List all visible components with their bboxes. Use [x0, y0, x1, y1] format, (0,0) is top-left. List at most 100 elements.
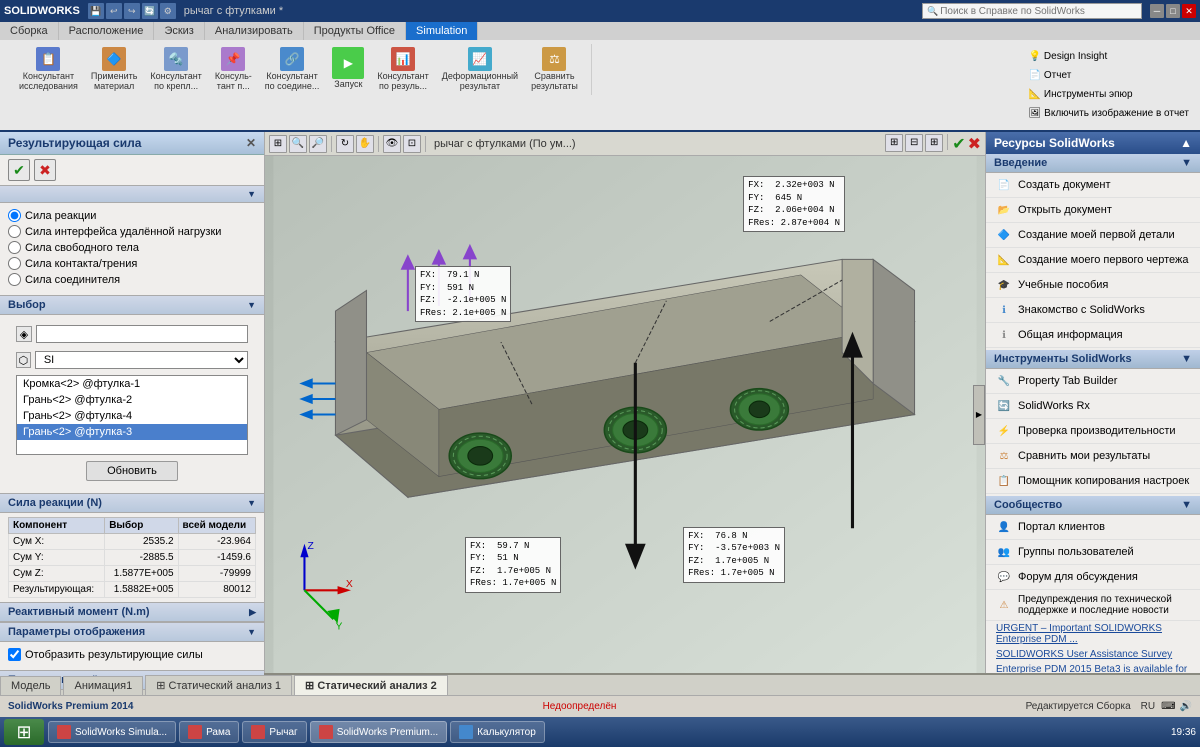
display-result-forces-check[interactable]: Отобразить результирующие силы	[8, 648, 256, 661]
rp-item-first-drawing[interactable]: 📐 Создание моего первого чертежа	[986, 248, 1200, 273]
rp-section-intro-title[interactable]: Введение ▼	[986, 154, 1200, 173]
rp-item-compare-results[interactable]: ⚖ Сравнить мои результаты	[986, 444, 1200, 469]
forum-icon: 💬	[996, 569, 1012, 585]
viewport-collapse-handle[interactable]: ▶	[973, 385, 985, 445]
radio-connector-force[interactable]: Сила соединителя	[8, 273, 256, 286]
accept-icon[interactable]: ✔	[952, 134, 965, 154]
close-button[interactable]: ✕	[1182, 4, 1196, 18]
tab-static-1[interactable]: ⊞ Статический анализ 1	[145, 675, 292, 695]
rp-item-general-info[interactable]: ℹ Общая информация	[986, 323, 1200, 348]
tab-simulation[interactable]: Simulation	[406, 22, 478, 40]
vt-zoom-fit[interactable]: ⊞	[269, 135, 287, 153]
design-insight-btn[interactable]: 💡 Design Insight	[1023, 48, 1194, 65]
rp-item-intro-sw[interactable]: ℹ Знакомство с SolidWorks	[986, 298, 1200, 323]
start-button[interactable]: ⊞	[4, 719, 44, 745]
tab-layout[interactable]: Расположение	[59, 22, 155, 40]
rp-item-customer-portal[interactable]: 👤 Портал клиентов	[986, 515, 1200, 540]
taskbar-btn-sw-premium[interactable]: SolidWorks Premium...	[310, 721, 448, 743]
ribbon-btn-deform[interactable]: 📈 Деформационныйрезультат	[437, 44, 523, 95]
rp-item-first-part[interactable]: 🔷 Создание моей первой детали	[986, 223, 1200, 248]
reactive-moment-header[interactable]: Реактивный момент (N.m) ▶	[0, 602, 264, 622]
rp-link-edpm-beta3[interactable]: Enterprise PDM 2015 Beta3 is available f…	[986, 662, 1200, 673]
panel-close-button[interactable]: ✕	[246, 136, 256, 150]
rebuild-icon[interactable]: 🔄	[142, 3, 158, 19]
rp-section-community-title[interactable]: Сообщество ▼	[986, 496, 1200, 515]
include-image-btn[interactable]: 🖼 Включить изображение в отчет	[1023, 105, 1194, 122]
tab-analyze[interactable]: Анализировать	[205, 22, 304, 40]
vt-section[interactable]: ⊡	[403, 135, 421, 153]
vt-zoom-in[interactable]: 🔍	[289, 135, 307, 153]
tab-assembly[interactable]: Сборка	[0, 22, 59, 40]
rp-item-open-doc[interactable]: 📂 Открыть документ	[986, 198, 1200, 223]
ribbon-btn-consultant[interactable]: 📋 Консультантисследования	[14, 44, 83, 95]
rp-item-create-doc[interactable]: 📄 Создать документ	[986, 173, 1200, 198]
taskbar-btn-calc[interactable]: Калькулятор	[450, 721, 545, 743]
list-item-1[interactable]: Кромка<2> @фтулка-1	[17, 376, 247, 392]
tab-sketch[interactable]: Эскиз	[154, 22, 204, 40]
redo-icon[interactable]: ↪	[124, 3, 140, 19]
rp-item-property-tab[interactable]: 🔧 Property Tab Builder	[986, 369, 1200, 394]
cancel-button[interactable]: ✖	[34, 159, 56, 181]
viewport-3d[interactable]: Z X Y FX: 2.32e+003 N FY: 645 N FZ: 2.06…	[265, 156, 985, 673]
list-item-4[interactable]: Грань<2> @фтулка-3	[17, 424, 247, 440]
ribbon-btn-compare[interactable]: ⚖ Сравнитьрезультаты	[526, 44, 583, 95]
ribbon-btn-material[interactable]: 🔷 Применитьматериал	[86, 44, 143, 95]
tab-static-2[interactable]: ⊞ Статический анализ 2	[294, 675, 448, 695]
options-icon[interactable]: ⚙	[160, 3, 176, 19]
ribbon-btn-run[interactable]: ▶ Запуск	[327, 44, 369, 95]
ribbon-btn-result-consultant[interactable]: 📊 Консультантпо резуль...	[372, 44, 433, 95]
reaction-forces-header[interactable]: ▼	[0, 185, 264, 203]
reaction-table-header[interactable]: Сила реакции (N) ▼	[0, 493, 264, 513]
taskbar-btn-rama[interactable]: Рама	[179, 721, 239, 743]
ribbon-btn-fastener[interactable]: 🔩 Консультантпо крепл...	[145, 44, 206, 95]
ribbon-btn-connect[interactable]: 🔗 Консультантпо соедине...	[260, 44, 325, 95]
first-part-icon: 🔷	[996, 227, 1012, 243]
col-model: всей модели	[178, 518, 255, 534]
tab-animation[interactable]: Анимация1	[63, 676, 143, 695]
rp-item-copy-settings[interactable]: 📋 Помощник копирования настроек	[986, 469, 1200, 494]
radio-remote-load[interactable]: Сила интерфейса удалённой нагрузки	[8, 225, 256, 238]
tab-office[interactable]: Продукты Office	[304, 22, 406, 40]
update-button[interactable]: Обновить	[86, 461, 178, 481]
undo-icon[interactable]: ↩	[106, 3, 122, 19]
radio-contact-friction[interactable]: Сила контакта/трения	[8, 257, 256, 270]
epyur-btn[interactable]: 📐 Инструменты эпюр	[1023, 86, 1194, 103]
rp-item-user-groups[interactable]: 👥 Группы пользователей	[986, 540, 1200, 565]
confirm-button[interactable]: ✔	[8, 159, 30, 181]
vt-split-h[interactable]: ⊟	[905, 134, 923, 152]
minimize-button[interactable]: ─	[1150, 4, 1164, 18]
vt-split-v[interactable]: ⊞	[925, 134, 943, 152]
tab-model[interactable]: Модель	[0, 676, 61, 695]
rp-section-tools-title[interactable]: Инструменты SolidWorks ▼	[986, 350, 1200, 369]
rp-item-sw-rx[interactable]: 🔄 SolidWorks Rx	[986, 394, 1200, 419]
taskbar-btn-sw-simula[interactable]: SolidWorks Simula...	[48, 721, 176, 743]
vt-view[interactable]: 👁	[383, 135, 401, 153]
taskbar-btn-rychag[interactable]: Рычаг	[242, 721, 306, 743]
radio-reaction-force[interactable]: Сила реакции	[8, 209, 256, 222]
save-icon[interactable]: 💾	[88, 3, 104, 19]
vt-expand[interactable]: ⊞	[885, 134, 903, 152]
vt-zoom-out[interactable]: 🔎	[309, 135, 327, 153]
rp-item-warnings[interactable]: ⚠ Предупреждения по технической поддержк…	[986, 590, 1200, 621]
reject-icon[interactable]: ✖	[968, 134, 981, 154]
radio-free-body[interactable]: Сила свободного тела	[8, 241, 256, 254]
vt-pan[interactable]: ✋	[356, 135, 374, 153]
vt-rotate[interactable]: ↻	[336, 135, 354, 153]
choice-text-input[interactable]	[36, 325, 248, 343]
list-item-3[interactable]: Грань<2> @фтулка-4	[17, 408, 247, 424]
maximize-button[interactable]: □	[1166, 4, 1180, 18]
list-item-2[interactable]: Грань<2> @фтулка-2	[17, 392, 247, 408]
search-input[interactable]	[940, 6, 1120, 17]
ribbon-btn-material-label: Применитьматериал	[91, 72, 138, 92]
display-params-header[interactable]: Параметры отображения ▼	[0, 622, 264, 642]
units-dropdown[interactable]: SI English Metric	[35, 351, 248, 369]
rp-link-urgent[interactable]: URGENT – Important SOLIDWORKS Enterprise…	[986, 621, 1200, 647]
choice-header[interactable]: Выбор ▼	[0, 295, 264, 315]
rp-item-forum[interactable]: 💬 Форум для обсуждения	[986, 565, 1200, 590]
rp-link-survey[interactable]: SOLIDWORKS User Assistance Survey	[986, 647, 1200, 662]
right-panel-expand-icon[interactable]: ▲	[1180, 136, 1192, 150]
rp-item-tutorials[interactable]: 🎓 Учебные пособия	[986, 273, 1200, 298]
report-btn[interactable]: 📄 Отчет	[1023, 67, 1194, 84]
rp-item-performance[interactable]: ⚡ Проверка производительности	[986, 419, 1200, 444]
ribbon-btn-load[interactable]: 📌 Консуль-тант п...	[210, 44, 257, 95]
